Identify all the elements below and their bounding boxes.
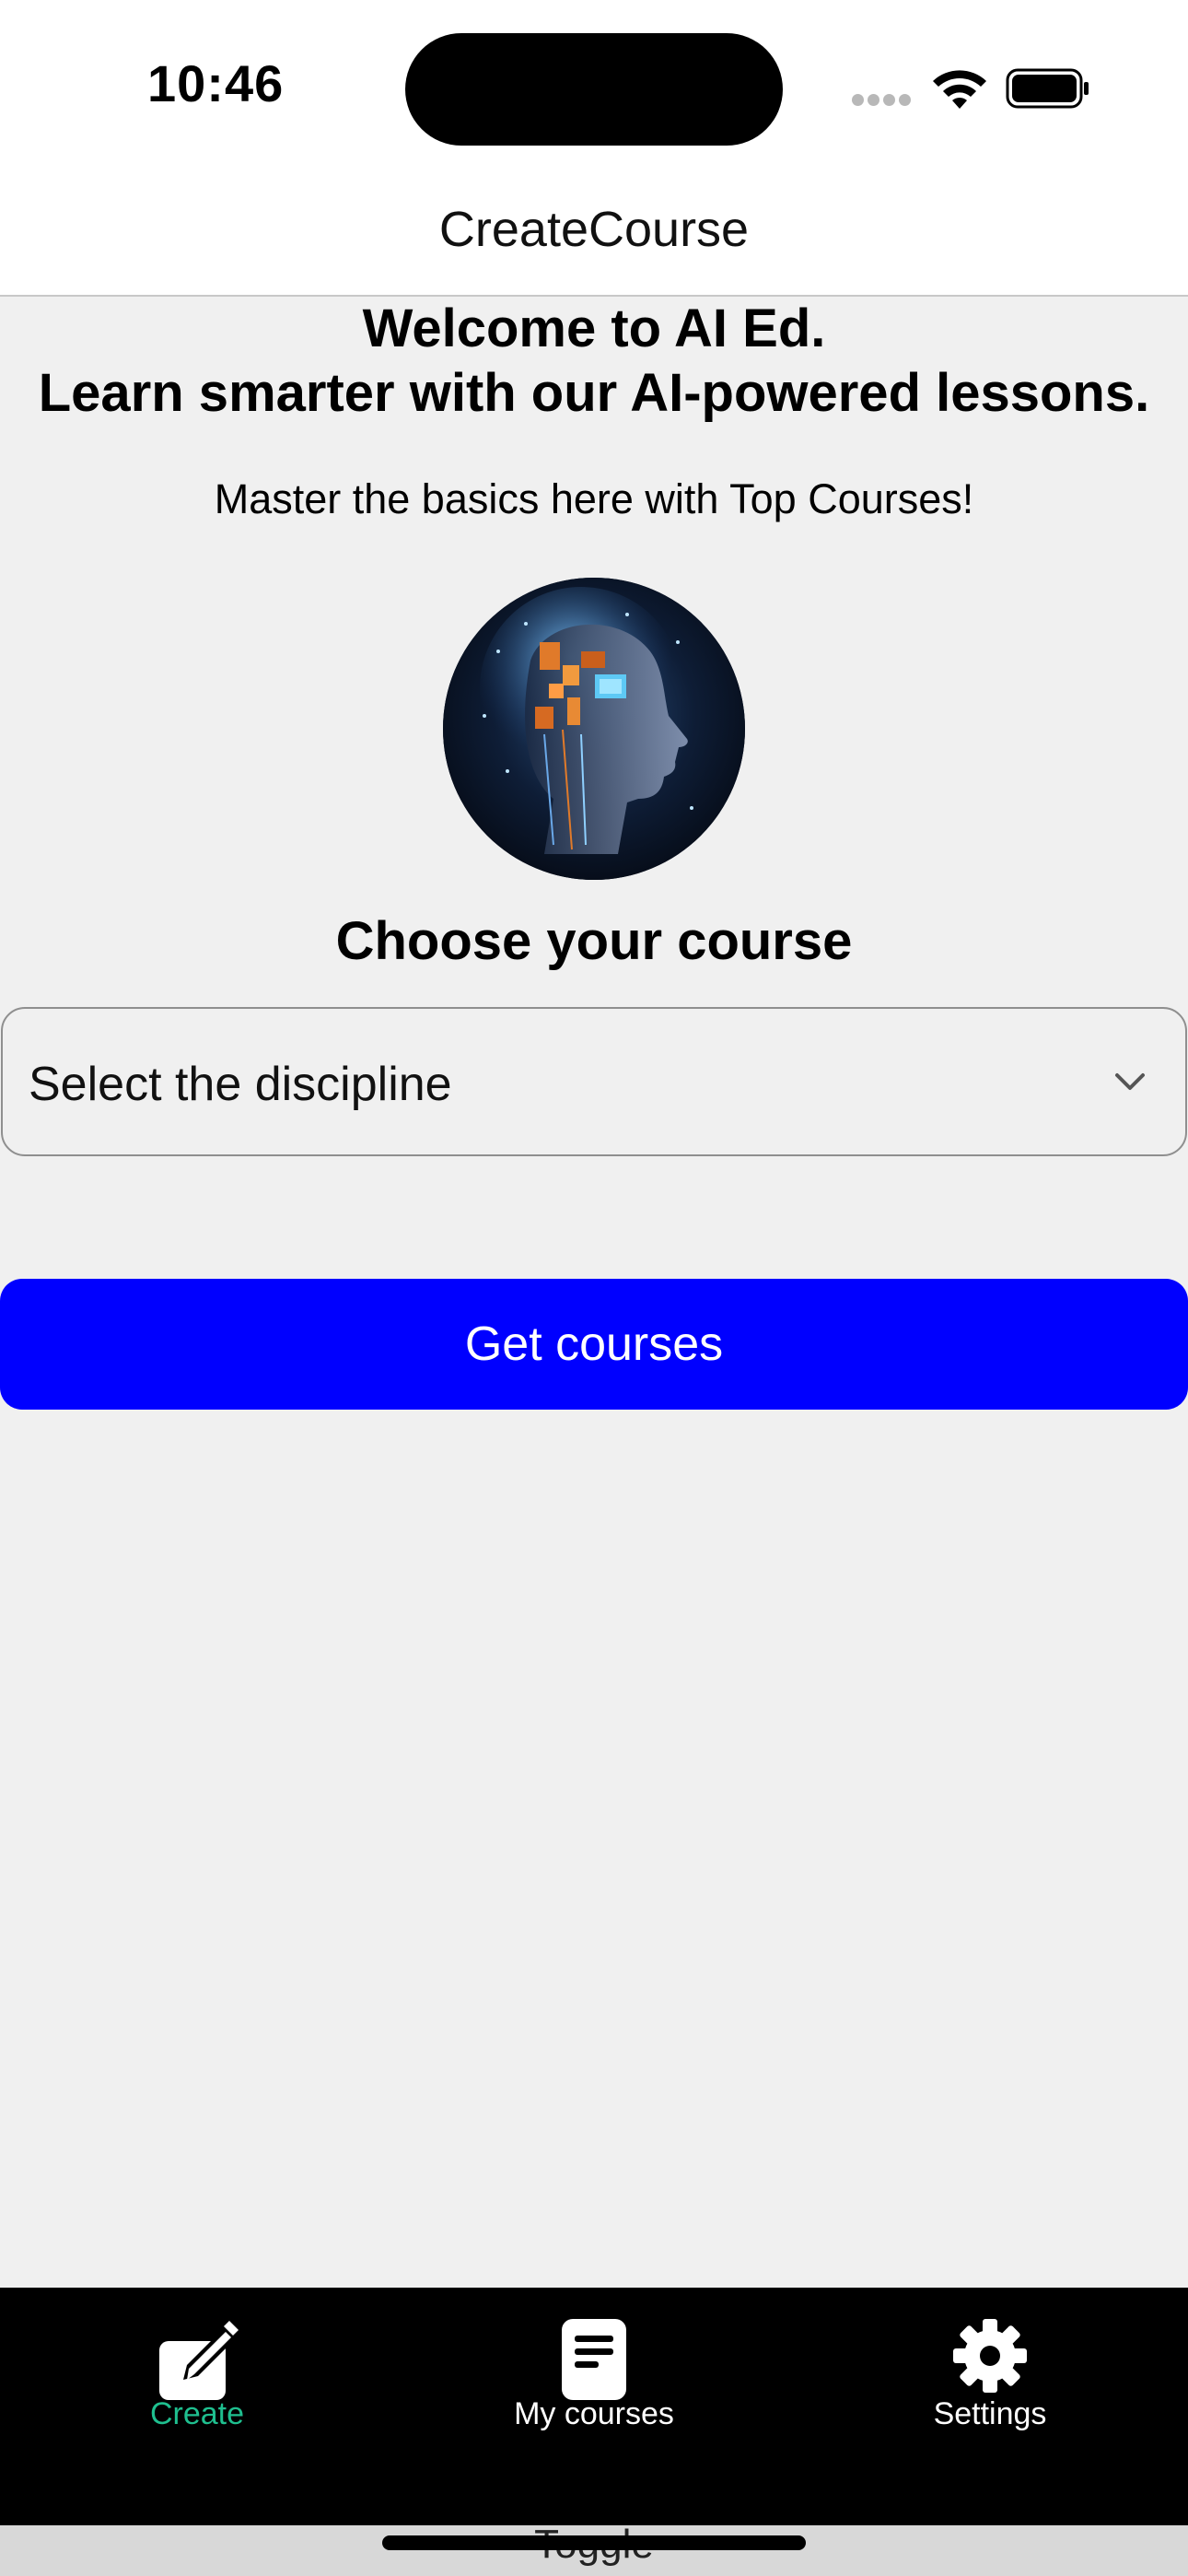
tab-bar: Create My courses Settings — [0, 2288, 1188, 2525]
tab-settings[interactable]: Settings — [852, 2288, 1128, 2525]
welcome-line-2: Learn smarter with our AI-powered lesson… — [38, 363, 1150, 423]
page-title: CreateCourse — [438, 202, 750, 257]
subtitle: Master the basics here with Top Courses! — [214, 475, 974, 522]
tab-my-courses-label: My courses — [514, 2396, 674, 2431]
status-bar: 10:46 — [0, 0, 1188, 175]
battery-icon — [1006, 68, 1089, 109]
navigation-bar: CreateCourse — [0, 175, 1188, 297]
wifi-icon — [933, 70, 986, 109]
discipline-select[interactable]: Select the discipline — [1, 1007, 1187, 1156]
home-indicator[interactable] — [382, 2535, 806, 2550]
tab-create-label: Create — [149, 2396, 245, 2431]
welcome-heading: Welcome to AI Ed. Learn smarter with our… — [0, 297, 1188, 426]
cellular-signal-icon — [852, 94, 914, 111]
status-time: 10:46 — [147, 54, 285, 112]
tab-settings-label: Settings — [933, 2396, 1047, 2431]
tab-create[interactable]: Create — [59, 2288, 335, 2525]
discipline-select-value: Select the discipline — [29, 1058, 452, 1111]
welcome-line-1: Welcome to AI Ed. — [362, 299, 826, 358]
chevron-down-icon — [1115, 1073, 1145, 1090]
ai-head-image — [443, 578, 745, 880]
tab-my-courses[interactable]: My courses — [456, 2288, 732, 2525]
dynamic-island — [405, 33, 783, 146]
screen: 10:46 CreateCourse Welcome to AI Ed. Lea… — [0, 0, 1188, 2576]
get-courses-button[interactable]: Get courses — [0, 1279, 1188, 1410]
choose-course-heading: Choose your course — [335, 911, 853, 971]
toggle-strip[interactable]: Toggle — [0, 2525, 1188, 2576]
